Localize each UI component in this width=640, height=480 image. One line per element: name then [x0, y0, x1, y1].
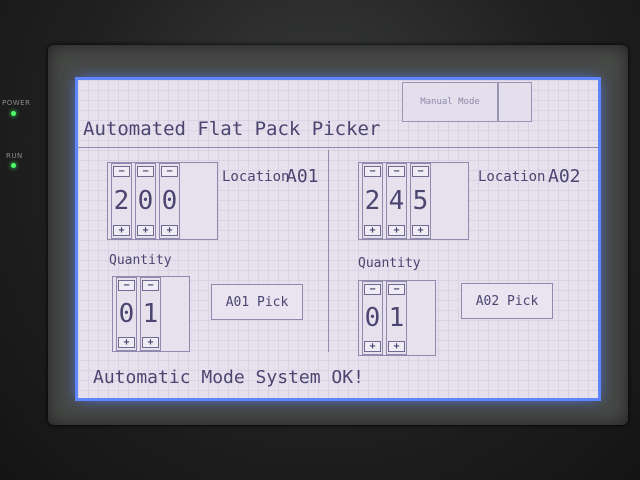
decrement-button[interactable]: −: [412, 166, 429, 177]
location-counter-a02: − 2 + − 4 + − 5 +: [358, 162, 469, 240]
location-code: A01: [286, 166, 319, 187]
location-digit: 2: [113, 186, 130, 216]
quantity-digit-column: − 1 +: [140, 277, 161, 351]
increment-button[interactable]: +: [113, 225, 130, 236]
power-led-indicator: [11, 111, 16, 116]
panel-divider: [328, 150, 329, 352]
hmi-screen: Manual Mode Automated Flat Pack Picker −…: [78, 80, 598, 398]
status-message: Automatic Mode System OK!: [93, 367, 364, 388]
decrement-button[interactable]: −: [388, 166, 405, 177]
quantity-label: Quantity: [109, 253, 172, 268]
location-digit: 2: [364, 186, 381, 216]
increment-button[interactable]: +: [364, 225, 381, 236]
location-code: A02: [548, 166, 581, 187]
decrement-button[interactable]: −: [142, 280, 159, 291]
location-digit-column: − 4 +: [386, 163, 407, 239]
increment-button[interactable]: +: [142, 337, 159, 348]
power-led-label: POWER: [2, 99, 31, 107]
increment-button[interactable]: +: [118, 337, 135, 348]
increment-button[interactable]: +: [161, 225, 178, 236]
increment-button[interactable]: +: [137, 225, 154, 236]
increment-button[interactable]: +: [388, 341, 405, 352]
decrement-button[interactable]: −: [137, 166, 154, 177]
a02-pick-button[interactable]: A02 Pick: [461, 283, 553, 319]
location-digit: 4: [388, 186, 405, 216]
quantity-digit-column: − 1 +: [386, 281, 407, 355]
page-title: Automated Flat Pack Picker: [83, 118, 381, 140]
decrement-button[interactable]: −: [161, 166, 178, 177]
location-digit-column: − 2 +: [111, 163, 132, 239]
station-panel-a02: − 2 + − 4 + − 5 + Location A02 Quantity …: [330, 148, 581, 358]
location-digit-column: − 0 +: [135, 163, 156, 239]
quantity-digit-column: − 0 +: [116, 277, 137, 351]
location-label: Location: [222, 169, 290, 185]
increment-button[interactable]: +: [412, 225, 429, 236]
decrement-button[interactable]: −: [364, 166, 381, 177]
quantity-digit: 0: [118, 299, 135, 329]
location-digit: 0: [137, 186, 154, 216]
location-digit-column: − 2 +: [362, 163, 383, 239]
quantity-counter-a02: − 0 + − 1 +: [358, 280, 436, 356]
location-digit: 0: [161, 186, 178, 216]
quantity-label: Quantity: [358, 256, 421, 271]
quantity-counter-a01: − 0 + − 1 +: [112, 276, 190, 352]
location-counter-a01: − 2 + − 0 + − 0 +: [107, 162, 218, 240]
manual-mode-button[interactable]: Manual Mode: [402, 82, 498, 122]
quantity-digit: 0: [364, 303, 381, 333]
quantity-digit: 1: [142, 299, 159, 329]
location-digit: 5: [412, 186, 429, 216]
a01-pick-button[interactable]: A01 Pick: [211, 284, 303, 320]
decrement-button[interactable]: −: [364, 284, 381, 295]
decrement-button[interactable]: −: [118, 280, 135, 291]
top-tab-button[interactable]: [498, 82, 532, 122]
run-led-indicator: [11, 163, 16, 168]
quantity-digit-column: − 0 +: [362, 281, 383, 355]
quantity-digit: 1: [388, 303, 405, 333]
location-digit-column: − 0 +: [159, 163, 180, 239]
increment-button[interactable]: +: [388, 225, 405, 236]
decrement-button[interactable]: −: [388, 284, 405, 295]
location-label: Location: [478, 169, 546, 185]
increment-button[interactable]: +: [364, 341, 381, 352]
station-panel-a01: − 2 + − 0 + − 0 + Location A01 Quantity …: [78, 148, 328, 358]
location-digit-column: − 5 +: [410, 163, 431, 239]
run-led-label: RUN: [6, 152, 23, 160]
decrement-button[interactable]: −: [113, 166, 130, 177]
